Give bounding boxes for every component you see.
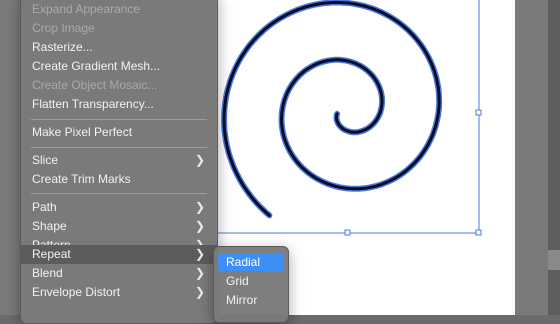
menu-item-crop-image[interactable]: Crop Image <box>21 19 217 38</box>
menu-item-label: Create Gradient Mesh... <box>32 59 161 73</box>
chevron-right-icon: ❯ <box>194 285 205 299</box>
menu-item-shape[interactable]: Shape ❯ <box>21 217 217 236</box>
menu-item-label: Slice <box>32 153 59 167</box>
menu-item-create-trim-marks[interactable]: Create Trim Marks <box>21 170 217 189</box>
submenu-item-label: Radial <box>226 255 261 269</box>
menu-item-label: Create Object Mosaic... <box>32 78 158 92</box>
menu-item-label: Shape <box>32 219 67 233</box>
menu-item-repeat[interactable]: Repeat ❯ <box>21 245 217 264</box>
menu-item-label: Blend <box>32 266 63 280</box>
menu-item-create-gradient-mesh[interactable]: Create Gradient Mesh... <box>21 57 217 76</box>
submenu-item-radial[interactable]: Radial <box>218 253 284 271</box>
menu-item-envelope-distort[interactable]: Envelope Distort ❯ <box>21 283 217 302</box>
chevron-right-icon: ❯ <box>194 200 205 214</box>
selection-handle[interactable] <box>475 229 482 236</box>
chevron-right-icon: ❯ <box>194 219 205 233</box>
menu-item-flatten-transparency[interactable]: Flatten Transparency... <box>21 95 217 114</box>
menu-item-label: Crop Image <box>32 21 95 35</box>
menu-item-label: Create Trim Marks <box>32 172 131 186</box>
chevron-right-icon: ❯ <box>194 247 205 261</box>
chevron-right-icon: ❯ <box>194 153 205 167</box>
menu-item-make-pixel-perfect[interactable]: Make Pixel Perfect <box>21 123 217 142</box>
menu-separator <box>31 193 207 194</box>
menu-separator <box>31 147 207 148</box>
repeat-submenu: Radial Grid Mirror <box>213 246 289 323</box>
menu-item-label: Envelope Distort <box>32 285 121 299</box>
menu-item-blend[interactable]: Blend ❯ <box>21 264 217 283</box>
context-menu: Expand Appearance Crop Image Rasterize..… <box>20 0 218 324</box>
menu-item-path[interactable]: Path ❯ <box>21 198 217 217</box>
menu-item-label: Repeat <box>32 247 71 261</box>
menu-item-label: Rasterize... <box>32 40 93 54</box>
menu-item-slice[interactable]: Slice ❯ <box>21 151 217 170</box>
chevron-right-icon: ❯ <box>194 266 205 280</box>
submenu-item-label: Grid <box>226 274 249 288</box>
selection-handle[interactable] <box>475 109 482 116</box>
menu-item-label: Expand Appearance <box>32 2 141 16</box>
menu-item-label: Path <box>32 200 57 214</box>
menu-separator <box>31 119 207 120</box>
submenu-item-grid[interactable]: Grid <box>218 272 284 290</box>
menu-item-rasterize[interactable]: Rasterize... <box>21 38 217 57</box>
menu-item-expand-appearance[interactable]: Expand Appearance <box>21 0 217 19</box>
submenu-item-label: Mirror <box>226 293 258 307</box>
menu-item-label: Make Pixel Perfect <box>32 125 133 139</box>
menu-item-create-object-mosaic[interactable]: Create Object Mosaic... <box>21 76 217 95</box>
spiral-path-outline <box>221 0 443 219</box>
submenu-item-mirror[interactable]: Mirror <box>218 291 284 309</box>
selection-handle[interactable] <box>344 229 351 236</box>
menu-item-label: Flatten Transparency... <box>32 97 154 111</box>
